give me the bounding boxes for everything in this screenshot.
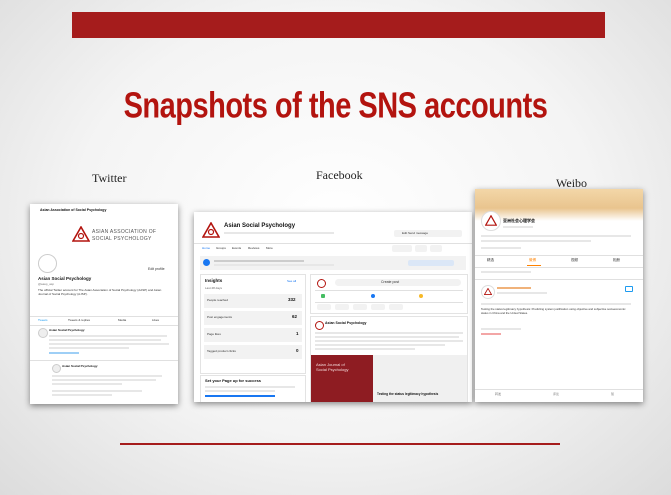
retweet-text-line bbox=[52, 394, 112, 396]
twitter-profile-name: Asian Social Psychology bbox=[38, 276, 92, 281]
post-image[interactable]: Asian Journal of Social Psychology bbox=[311, 355, 373, 402]
weibo-like-button[interactable]: 赞 bbox=[611, 393, 614, 396]
setup-title: Set your Page up for success bbox=[205, 378, 262, 383]
weibo-tab-albums[interactable]: 相册 bbox=[613, 258, 620, 263]
twitter-screenshot: Asian Association of Social Psychology A… bbox=[30, 204, 178, 404]
facebook-insights-panel: Insights See all Last 28 days People rea… bbox=[200, 274, 306, 374]
composer-avatar bbox=[317, 279, 326, 288]
slide-background: Snapshots of the SNS accounts Twitter Fa… bbox=[0, 0, 671, 495]
facebook-setup-panel: Set your Page up for success bbox=[200, 375, 306, 402]
post-link-preview[interactable]: Testing the status legitimacy hypothesis bbox=[373, 355, 467, 402]
weibo-tab-indicator bbox=[527, 265, 541, 266]
facebook-business-banner bbox=[200, 256, 466, 270]
tweet-author: Asian Social Psychology bbox=[49, 328, 85, 332]
insights-see-all-link[interactable]: See all bbox=[287, 280, 296, 283]
retweet-author: Asian Social Psychology bbox=[62, 364, 98, 368]
twitter-bio: The official Twitter account for The Asi… bbox=[38, 288, 162, 296]
twitter-tab-replies[interactable]: Tweets & replies bbox=[68, 319, 90, 322]
tweet-link[interactable] bbox=[49, 352, 79, 354]
create-option[interactable] bbox=[389, 304, 403, 310]
facebook-search-button[interactable] bbox=[415, 245, 427, 252]
photo-video-icon[interactable] bbox=[321, 294, 325, 298]
weibo-repost-button[interactable]: 转发 bbox=[495, 393, 501, 396]
facebook-nav-groups[interactable]: Groups bbox=[216, 247, 226, 250]
facebook-nav-events[interactable]: Events bbox=[232, 247, 241, 250]
facebook-promote-button[interactable] bbox=[392, 245, 412, 252]
twitter-tab-likes[interactable]: Likes bbox=[152, 319, 159, 322]
insights-period: Last 28 days bbox=[205, 286, 223, 290]
weibo-screenshot: 亚洲社会心理学会 精选 微博 视频 相册 Testing the status … bbox=[475, 189, 643, 402]
metric-card[interactable]: Page likes 1 bbox=[204, 328, 302, 342]
insights-title: Insights bbox=[205, 278, 223, 283]
twitter-edit-profile-button[interactable]: Edit profile bbox=[148, 267, 165, 272]
weibo-follow-icon[interactable] bbox=[625, 286, 633, 292]
aasp-logo-icon bbox=[72, 226, 90, 242]
tweet-text-line bbox=[49, 335, 167, 337]
twitter-handle: @aasp_asp bbox=[38, 282, 55, 286]
weibo-post-text: Testing the status legitimacy hypothesis… bbox=[481, 307, 626, 315]
weibo-tab-posts[interactable]: 微博 bbox=[529, 258, 536, 263]
twitter-org-line2: SOCIAL PSYCHOLOGY bbox=[92, 236, 152, 242]
facebook-more-button[interactable] bbox=[430, 245, 442, 252]
weibo-avatar[interactable] bbox=[481, 211, 501, 231]
feeling-icon[interactable] bbox=[419, 294, 423, 298]
tweet-text-line bbox=[49, 347, 129, 349]
retweet-text-line bbox=[52, 375, 162, 377]
weibo-profile-name: 亚洲社会心理学会 bbox=[503, 218, 535, 223]
facebook-post: Asian Social Psychology Asian Journal of… bbox=[310, 316, 468, 402]
tweet-text-line bbox=[49, 339, 161, 341]
bottom-accent-line bbox=[120, 443, 560, 445]
facebook-nav-more[interactable]: More bbox=[266, 247, 273, 250]
metric-card[interactable]: People reached 332 bbox=[204, 294, 302, 308]
twitter-tab-tweets[interactable]: Tweets bbox=[38, 319, 48, 322]
create-post-input[interactable]: Create post bbox=[335, 279, 461, 286]
slide-title: Snapshots of the SNS accounts bbox=[123, 86, 548, 126]
retweet-text-line bbox=[52, 383, 122, 385]
facebook-page-subtitle bbox=[224, 232, 334, 234]
create-option[interactable] bbox=[317, 304, 331, 310]
facebook-header-divider bbox=[194, 243, 472, 244]
create-option[interactable] bbox=[335, 304, 349, 310]
weibo-tab-featured[interactable]: 精选 bbox=[487, 258, 494, 263]
metric-card[interactable]: Tagged product clicks 0 bbox=[204, 345, 302, 359]
post-avatar bbox=[315, 321, 324, 330]
tweet-avatar bbox=[38, 328, 48, 338]
facebook-screenshot: Asian Social Psychology Edit Send messag… bbox=[194, 212, 472, 402]
retweet-avatar bbox=[52, 364, 61, 373]
twitter-divider bbox=[30, 316, 178, 317]
twitter-header-name: Asian Association of Social Psychology bbox=[40, 208, 107, 212]
top-accent-bar bbox=[72, 12, 605, 38]
twitter-tabs-divider bbox=[30, 325, 178, 326]
retweet-text-line bbox=[52, 379, 156, 381]
twitter-avatar[interactable] bbox=[38, 254, 57, 273]
tweet-divider bbox=[30, 360, 178, 361]
twitter-tab-media[interactable]: Media bbox=[118, 319, 126, 322]
facebook-nav-reviews[interactable]: Reviews bbox=[248, 247, 259, 250]
weibo-comment-button[interactable]: 评论 bbox=[553, 393, 559, 396]
facebook-create-post-panel: Create post bbox=[310, 274, 468, 314]
facebook-edit-button[interactable]: Edit Send message bbox=[394, 230, 462, 237]
metric-card[interactable]: Post engagements 62 bbox=[204, 311, 302, 325]
create-option[interactable] bbox=[353, 304, 367, 310]
weibo-tab-videos[interactable]: 视频 bbox=[571, 258, 578, 263]
facebook-label: Facebook bbox=[316, 168, 363, 182]
create-option[interactable] bbox=[371, 304, 385, 310]
tweet-text-line bbox=[49, 343, 169, 345]
get-messages-icon[interactable] bbox=[371, 294, 375, 298]
twitter-label: Twitter bbox=[92, 171, 127, 185]
aasp-logo-icon bbox=[485, 215, 497, 226]
post-author: Asian Social Psychology bbox=[325, 321, 367, 325]
aasp-logo-icon bbox=[202, 222, 220, 238]
weibo-post-avatar bbox=[481, 285, 495, 299]
facebook-nav-home[interactable]: Home bbox=[202, 247, 210, 250]
twitter-org-line1: ASIAN ASSOCIATION OF bbox=[92, 229, 157, 235]
retweet-text-line bbox=[52, 390, 142, 392]
facebook-page-name: Asian Social Psychology bbox=[224, 223, 296, 229]
